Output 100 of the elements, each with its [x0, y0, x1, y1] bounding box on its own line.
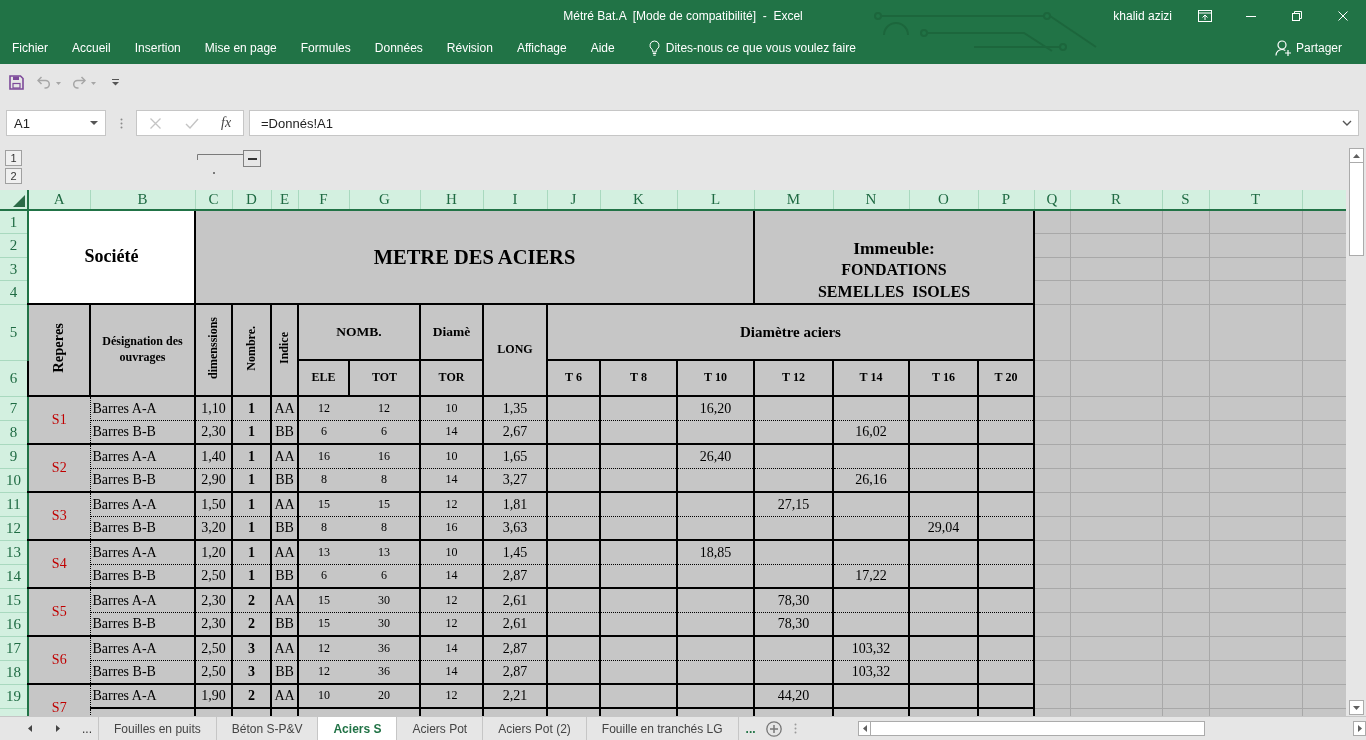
column-header[interactable]: D	[232, 190, 271, 210]
line-over-caret-icon[interactable]	[112, 78, 119, 86]
sheet-tab[interactable]: Aciers Pot	[397, 717, 484, 740]
column-header[interactable]: E	[271, 190, 298, 210]
row-header[interactable]: 9	[0, 444, 28, 468]
row-header[interactable]: 16	[0, 612, 28, 636]
share-button[interactable]: Partager	[1274, 37, 1342, 59]
ribbon-tab[interactable]: Fichier	[0, 37, 60, 59]
column-header[interactable]: I	[483, 190, 547, 210]
column-header[interactable]: A	[28, 190, 90, 210]
row-header[interactable]: 6	[0, 360, 28, 396]
designation-text: Barres A-A	[92, 640, 157, 656]
column-header[interactable]: M	[754, 190, 833, 210]
row-header[interactable]: 4	[0, 280, 28, 304]
row-header[interactable]: 1	[0, 210, 28, 234]
chevron-down-icon[interactable]	[1342, 120, 1352, 126]
ribbon-tab[interactable]: Mise en page	[192, 37, 289, 59]
dimension-value: 2,50	[201, 664, 226, 680]
column-header[interactable]: H	[420, 190, 483, 210]
row-header[interactable]: 10	[0, 468, 28, 492]
row-header[interactable]: 18	[0, 660, 28, 684]
restore-icon[interactable]	[1292, 11, 1302, 21]
tell-me-search[interactable]: Dites-nous ce que vous voulez faire	[626, 37, 856, 59]
ribbon-tab[interactable]: Données	[362, 37, 435, 59]
dimension-value: 2,30	[201, 592, 226, 608]
column-header[interactable]: L	[677, 190, 754, 210]
caret-right-icon[interactable]	[56, 725, 60, 732]
steel-weight-value: 78,30	[777, 592, 810, 608]
sheet-tab[interactable]: Fouille en tranchés LG	[586, 717, 739, 740]
add-sheet-icon[interactable]	[765, 720, 782, 737]
column-header[interactable]: R	[1070, 190, 1162, 210]
name-box[interactable]: A1	[6, 110, 106, 136]
save-icon[interactable]	[9, 74, 24, 90]
row-header[interactable]: 15	[0, 588, 28, 612]
ribbon-tab[interactable]: Accueil	[60, 37, 123, 59]
diameter-value: 16	[445, 520, 458, 535]
index-value: BB	[275, 424, 294, 440]
window-title: Métré Bat.A [Mode de compatibilité] - Excel	[563, 9, 803, 23]
column-header[interactable]: C	[195, 190, 232, 210]
vertical-dots-icon[interactable]	[120, 118, 123, 129]
building-info: FONDATIONS	[840, 260, 948, 280]
insert-function-button[interactable]: fx	[221, 115, 232, 131]
dimension-value: 1,50	[201, 496, 226, 512]
sheet-tab[interactable]: Aciers Pot (2)	[483, 717, 587, 740]
row-header[interactable]: 17	[0, 636, 28, 660]
more-tabs-button[interactable]: ...	[78, 719, 96, 738]
scroll-up-button[interactable]	[1348, 148, 1364, 163]
ribbon-tab[interactable]: Formules	[288, 37, 363, 59]
bar-total-value: 13	[378, 544, 390, 559]
outline-level-button[interactable]: 1	[5, 150, 22, 166]
scroll-left-button[interactable]	[858, 721, 871, 736]
person-add-icon	[1274, 40, 1292, 56]
column-header[interactable]: G	[349, 190, 420, 210]
column-header[interactable]: F	[298, 190, 349, 210]
row-header[interactable]: 14	[0, 564, 28, 588]
sheet-tab[interactable]: Fouilles en puits	[99, 717, 217, 740]
row-header[interactable]: 12	[0, 516, 28, 540]
dimension-value: 2,50	[201, 640, 226, 656]
ribbon-tab[interactable]: Révision	[434, 37, 505, 59]
column-header[interactable]: S	[1162, 190, 1209, 210]
row-header[interactable]: 19	[0, 684, 28, 708]
formula-input[interactable]: =Donnés!A1	[249, 110, 1359, 136]
close-icon[interactable]	[1338, 11, 1348, 21]
outline-collapse-button[interactable]	[243, 150, 261, 167]
minimize-icon[interactable]	[1246, 15, 1256, 17]
scroll-right-button[interactable]	[1353, 721, 1366, 736]
column-header[interactable]: J	[547, 190, 600, 210]
outline-level-button[interactable]: 2	[5, 168, 22, 184]
scroll-thumb[interactable]	[1348, 163, 1364, 256]
column-header[interactable]: N	[833, 190, 909, 210]
element-label: S4	[51, 556, 67, 572]
diameter-value: 14	[445, 664, 458, 679]
row-header[interactable]: 5	[0, 304, 28, 360]
column-header[interactable]: P	[978, 190, 1034, 210]
scroll-thumb[interactable]	[871, 721, 1205, 736]
column-header[interactable]: T	[1209, 190, 1302, 210]
ribbon-display-icon[interactable]	[1198, 10, 1212, 22]
column-header[interactable]: O	[909, 190, 978, 210]
sheet-tab[interactable]: Aciers S	[318, 717, 398, 740]
row-header[interactable]: 8	[0, 420, 28, 444]
ribbon-tab[interactable]: Insertion	[122, 37, 193, 59]
row-header[interactable]: 2	[0, 233, 28, 257]
ribbon-tab[interactable]: Aide	[578, 37, 627, 59]
caret-icon[interactable]	[90, 121, 98, 125]
column-heading: dimenssions	[206, 317, 221, 380]
caret-left-icon[interactable]	[28, 725, 32, 732]
column-header[interactable]: Q	[1034, 190, 1070, 210]
row-header[interactable]: 3	[0, 257, 28, 281]
row-header[interactable]: 13	[0, 540, 28, 564]
scroll-down-button[interactable]	[1348, 700, 1364, 715]
column-header[interactable]: B	[90, 190, 195, 210]
diameter-value: 14	[445, 424, 458, 439]
ribbon-tab[interactable]: Affichage	[504, 37, 579, 59]
count-value: 1	[248, 472, 255, 488]
vertical-dots-icon[interactable]	[793, 723, 797, 734]
corner-triangle-icon[interactable]	[13, 195, 25, 207]
column-header[interactable]: K	[600, 190, 677, 210]
row-header[interactable]: 7	[0, 396, 28, 420]
more-tabs-button[interactable]: ...	[741, 719, 760, 738]
row-header[interactable]: 11	[0, 492, 28, 516]
